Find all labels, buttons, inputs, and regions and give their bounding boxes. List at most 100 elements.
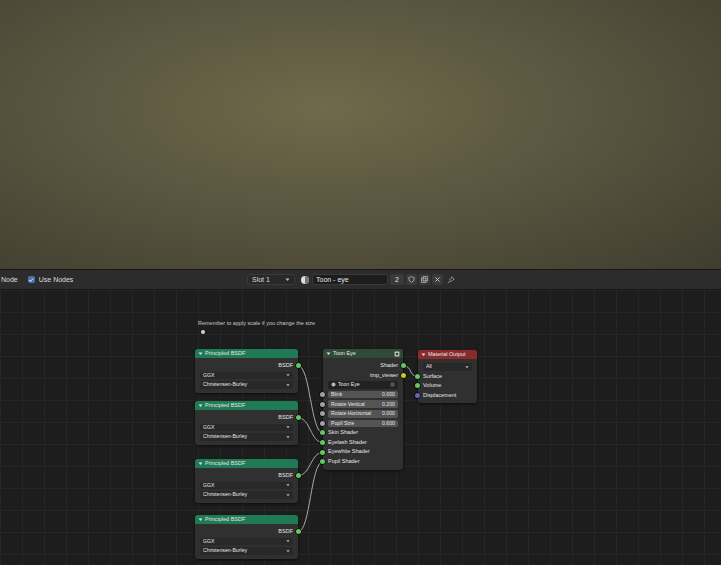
input-socket-row: Volume: [418, 381, 477, 391]
check-icon: [28, 277, 34, 283]
node-title: Principled BSDF: [205, 403, 295, 409]
slot-dropdown[interactable]: Slot 1: [247, 274, 295, 285]
node-header[interactable]: Toon Eye: [323, 349, 403, 358]
node-link[interactable]: [298, 462, 323, 532]
node-dropdown[interactable]: Christensen-Burley: [200, 433, 293, 441]
node-dropdown[interactable]: GGX: [200, 538, 293, 546]
input-socket[interactable]: [320, 450, 325, 455]
node-header[interactable]: Material Output: [418, 350, 477, 359]
input-socket[interactable]: [320, 411, 325, 416]
chevron-down-icon: [286, 435, 290, 439]
material-name-field[interactable]: Toon - eye: [312, 274, 388, 285]
dropdown-row: GGX: [195, 371, 298, 381]
chevron-down-icon: [286, 373, 290, 377]
value-field-row: Pupil Size0.600: [323, 419, 403, 429]
chevron-down-icon: [286, 539, 290, 543]
value-field[interactable]: Blink0.000: [328, 391, 398, 399]
input-socket[interactable]: [320, 392, 325, 397]
node-header[interactable]: Principled BSDF: [195, 515, 298, 524]
node-group-datablock[interactable]: Toon Eye: [328, 381, 398, 389]
dropdown-row: GGX: [195, 537, 298, 547]
node-dropdown[interactable]: Christensen-Burley: [200, 491, 293, 499]
node-editor-canvas[interactable]: Remember to apply scale if you change th…: [0, 290, 721, 565]
output-socket[interactable]: [296, 415, 301, 420]
collapse-icon[interactable]: [198, 461, 203, 466]
node-group-icon[interactable]: [394, 351, 400, 357]
input-socket[interactable]: [320, 402, 325, 407]
collapse-icon[interactable]: [198, 403, 203, 408]
frame-note[interactable]: Remember to apply scale if you change th…: [198, 320, 315, 326]
node-header[interactable]: Principled BSDF: [195, 349, 298, 358]
dropdown-row: Christensen-Burley: [195, 432, 298, 442]
user-count[interactable]: 2: [390, 274, 404, 285]
target-dropdown[interactable]: All: [423, 363, 472, 371]
node-dropdown[interactable]: GGX: [200, 372, 293, 380]
duplicate-icon[interactable]: [419, 274, 430, 285]
value-field[interactable]: Rotate Vertical0.200: [328, 400, 398, 408]
output-socket[interactable]: [296, 363, 301, 368]
principled-node[interactable]: Principled BSDF BSDFGGXChristensen-Burley: [195, 515, 298, 559]
reroute-dot[interactable]: [201, 330, 205, 334]
collapse-icon[interactable]: [421, 352, 426, 357]
principled-node[interactable]: Principled BSDF BSDFGGXChristensen-Burley: [195, 459, 298, 503]
principled-node[interactable]: Principled BSDFBSDFGGXChristensen-Burley: [195, 401, 298, 445]
dropdown-row: Christensen-Burley: [195, 380, 298, 390]
output-socket-row: BSDF: [195, 361, 298, 371]
node-dropdown[interactable]: GGX: [200, 424, 293, 432]
chevron-down-icon: [286, 549, 290, 553]
unlink-x-icon[interactable]: [432, 274, 443, 285]
editor-menu[interactable]: Node: [1, 276, 18, 283]
input-socket-row: Displacement: [418, 391, 477, 401]
input-socket[interactable]: [415, 374, 420, 379]
principled-node[interactable]: Principled BSDF BSDFGGXChristensen-Burley: [195, 349, 298, 393]
material-browse-icon[interactable]: [299, 274, 310, 285]
dropdown-row: All: [418, 362, 477, 372]
collapse-icon[interactable]: [326, 351, 331, 356]
fake-user-shield-icon[interactable]: [406, 274, 417, 285]
input-socket[interactable]: [320, 430, 325, 435]
render-viewport[interactable]: [0, 0, 721, 269]
blender-window: Node Use Nodes Slot 1 Toon - eye2 Remember t…: [0, 0, 721, 565]
input-socket-row: Eyewhite Shader: [323, 447, 403, 457]
input-socket[interactable]: [415, 383, 420, 388]
input-socket[interactable]: [320, 440, 325, 445]
dropdown-row: GGX: [195, 423, 298, 433]
output-socket-row: Shader: [323, 361, 403, 371]
output-socket-row: BSDF: [195, 527, 298, 537]
input-socket[interactable]: [320, 421, 325, 426]
unlink-icon[interactable]: [390, 382, 395, 387]
chevron-down-icon: [285, 277, 290, 282]
output-socket[interactable]: [296, 473, 301, 478]
chevron-down-icon: [286, 483, 290, 487]
node-title: Toon Eye: [333, 351, 392, 357]
output-socket[interactable]: [401, 363, 406, 368]
collapse-icon[interactable]: [198, 517, 203, 522]
dropdown-row: GGX: [195, 481, 298, 491]
dropdown-row: Christensen-Burley: [195, 546, 298, 556]
value-field[interactable]: Rotate Horizontal0.000: [328, 410, 398, 418]
output-node[interactable]: Material OutputAllSurfaceVolumeDisplacem…: [418, 350, 477, 403]
input-socket[interactable]: [415, 393, 420, 398]
use-nodes-checkbox[interactable]: [28, 276, 35, 283]
node-header[interactable]: Principled BSDF: [195, 401, 298, 410]
pin-icon[interactable]: [445, 274, 456, 285]
output-socket-row: BSDF: [195, 471, 298, 481]
use-nodes-label[interactable]: Use Nodes: [39, 276, 74, 283]
node-dropdown[interactable]: Christensen-Burley: [200, 381, 293, 389]
value-field[interactable]: Pupil Size0.600: [328, 420, 398, 428]
node-link[interactable]: [298, 452, 323, 476]
output-socket-row: tmp_viewer: [323, 371, 403, 381]
node-dropdown[interactable]: GGX: [200, 482, 293, 490]
chevron-down-icon: [286, 425, 290, 429]
input-socket[interactable]: [320, 459, 325, 464]
input-socket-row: Eyelash Shader: [323, 438, 403, 448]
node-dropdown[interactable]: Christensen-Burley: [200, 547, 293, 555]
output-socket[interactable]: [401, 373, 406, 378]
input-socket-row: Pupil Shader: [323, 457, 403, 467]
collapse-icon[interactable]: [198, 351, 203, 356]
node-header[interactable]: Principled BSDF: [195, 459, 298, 468]
group-node[interactable]: Toon EyeShadertmp_viewerToon EyeBlink0.0…: [323, 349, 403, 470]
chevron-down-icon: [465, 365, 469, 369]
output-socket[interactable]: [296, 529, 301, 534]
datablock-row: Toon Eye: [323, 380, 403, 390]
